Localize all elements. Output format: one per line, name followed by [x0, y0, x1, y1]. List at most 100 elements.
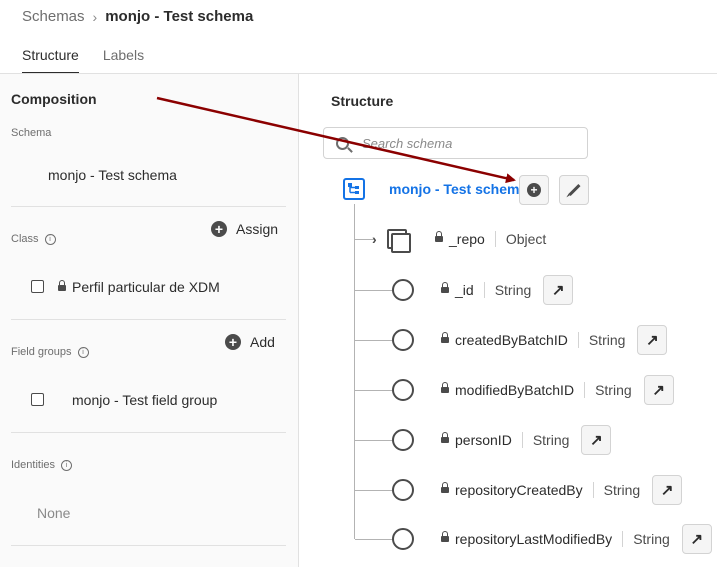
field-groups-label-text: Field groups	[11, 346, 72, 358]
open-field-button[interactable]: ↗	[652, 475, 683, 505]
arrow-up-right-icon: ↗	[590, 431, 603, 449]
tab-labels[interactable]: Labels	[103, 47, 144, 74]
field-name: personID	[455, 432, 512, 448]
field-type: String	[532, 432, 570, 448]
header: Schemas › monjo - Test schema Structure …	[0, 0, 717, 82]
info-icon[interactable]: i	[61, 459, 73, 471]
field-groups-section-label: Field groups i	[11, 346, 89, 358]
field-name: repositoryCreatedBy	[455, 482, 583, 498]
field-node-icon	[392, 479, 414, 501]
arrow-up-right-icon: ↗	[646, 331, 659, 349]
field-type: String	[633, 531, 670, 547]
field-type: String	[603, 482, 641, 498]
breadcrumb-separator-icon: ›	[92, 8, 98, 25]
lock-icon	[435, 231, 443, 242]
schema-tree-icon	[343, 178, 365, 200]
lock-icon	[58, 280, 66, 292]
divider	[11, 319, 286, 320]
tree-field-createdbybatchid[interactable]: createdByBatchID String ↗	[441, 325, 668, 355]
add-circle-icon: +	[225, 334, 241, 350]
chevron-right-icon[interactable]: ›	[372, 231, 377, 247]
open-field-button[interactable]: ↗	[637, 325, 668, 355]
field-name: createdByBatchID	[455, 332, 568, 348]
search-box	[323, 127, 588, 159]
assign-class-button[interactable]: + Assign	[211, 221, 278, 237]
type-separator	[577, 332, 579, 348]
tree-connector	[355, 440, 393, 441]
add-field-button[interactable]: +	[519, 175, 549, 205]
field-node-icon	[392, 528, 414, 550]
lock-icon	[441, 282, 449, 293]
divider	[11, 432, 286, 433]
object-node-icon	[387, 229, 413, 253]
schema-tree-glyph	[348, 183, 359, 194]
add-circle-icon: +	[211, 221, 227, 237]
edit-schema-button[interactable]	[559, 175, 589, 205]
search-icon	[336, 136, 349, 150]
tree-field-modifiedbybatchid[interactable]: modifiedByBatchID String ↗	[441, 375, 674, 405]
arrow-up-right-icon: ↗	[652, 381, 665, 399]
tab-bar: Structure Labels	[22, 47, 168, 74]
open-field-button[interactable]: ↗	[681, 524, 712, 554]
composition-title: Composition	[11, 91, 97, 107]
open-field-button[interactable]: ↗	[543, 275, 574, 305]
field-node-icon	[392, 379, 414, 401]
info-icon[interactable]: i	[44, 233, 56, 245]
open-field-button[interactable]: ↗	[643, 375, 674, 405]
schema-label-text: Schema	[11, 127, 52, 139]
field-name: repositoryLastModifiedBy	[455, 531, 613, 547]
tree-field-personid[interactable]: personID String ↗	[441, 425, 612, 455]
field-name: _id	[455, 282, 474, 298]
breadcrumb: Schemas › monjo - Test schema	[22, 8, 253, 25]
tree-field-repositorylastmodifiedby[interactable]: repositoryLastModifiedBy String ↗	[441, 524, 712, 554]
divider	[11, 206, 286, 207]
field-name: modifiedByBatchID	[455, 382, 575, 398]
type-separator	[483, 282, 485, 298]
field-node-icon	[392, 279, 414, 301]
identities-none-text: None	[37, 505, 71, 521]
tree-field-id[interactable]: _id String ↗	[441, 275, 574, 305]
structure-panel: Structure monjo - Test schema + › _repo …	[299, 74, 717, 567]
lock-icon	[441, 482, 449, 493]
arrow-up-right-icon: ↗	[660, 481, 674, 499]
class-item[interactable]: Perfil particular de XDM	[58, 279, 220, 295]
tree-connector	[355, 290, 393, 291]
field-type: String	[595, 382, 632, 398]
identities-section-label: Identities i	[11, 459, 73, 471]
add-field-group-button[interactable]: + Add	[225, 334, 275, 350]
field-group-item[interactable]: monjo - Test field group	[72, 392, 217, 408]
structure-title: Structure	[331, 93, 394, 109]
field-name: _repo	[449, 231, 485, 247]
tree-connector	[355, 490, 393, 491]
assign-button-label: Assign	[236, 221, 279, 237]
open-field-button[interactable]: ↗	[581, 425, 612, 455]
field-type: String	[588, 332, 626, 348]
divider	[11, 545, 286, 546]
add-circle-icon: +	[527, 183, 541, 197]
field-node-icon	[392, 429, 414, 451]
search-input[interactable]	[360, 134, 584, 152]
tree-field-repo[interactable]: _repo Object	[435, 231, 546, 247]
schema-section-label: Schema	[11, 127, 51, 139]
class-section-label: Class i	[11, 233, 56, 245]
arrow-up-right-icon: ↗	[551, 281, 565, 299]
tree-connector	[355, 340, 393, 341]
composition-panel: Composition Schema monjo - Test schema C…	[0, 74, 299, 567]
pencil-icon	[567, 183, 581, 197]
add-button-label: Add	[250, 334, 275, 350]
class-checkbox[interactable]	[31, 280, 44, 293]
schema-name-item[interactable]: monjo - Test schema	[48, 167, 177, 183]
tree-field-repositorycreatedby[interactable]: repositoryCreatedBy String ↗	[441, 475, 683, 505]
field-type: String	[494, 282, 532, 298]
info-icon[interactable]: i	[77, 346, 89, 358]
tab-structure[interactable]: Structure	[22, 47, 79, 74]
lock-icon	[441, 382, 449, 393]
schema-root-title[interactable]: monjo - Test schema	[389, 181, 527, 197]
type-separator	[584, 382, 586, 398]
breadcrumb-schemas-link[interactable]: Schemas	[22, 8, 85, 25]
field-group-checkbox[interactable]	[31, 393, 44, 406]
type-separator	[494, 231, 496, 247]
tree-connector	[354, 204, 355, 539]
lock-icon	[441, 432, 449, 443]
type-separator	[521, 432, 523, 448]
